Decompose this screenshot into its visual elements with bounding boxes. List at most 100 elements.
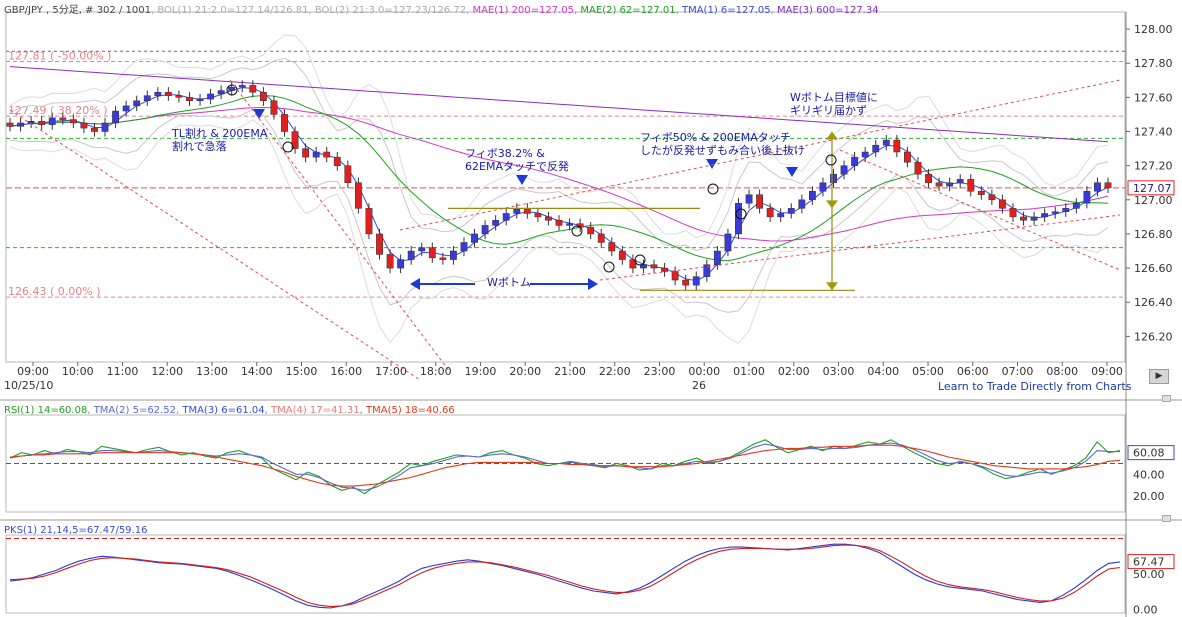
candle (946, 182, 954, 187)
candle (418, 247, 426, 252)
symbol-label: GBP/JPY , 5分足, # 302 / 1001 (4, 5, 151, 16)
candle (122, 105, 130, 112)
candle (988, 194, 996, 201)
candle (513, 208, 521, 214)
fib-level-label: 127.49 ( 38.20% ) (8, 104, 108, 117)
tma4-label: TMA(4) 17=41.31 (271, 405, 360, 416)
candle (713, 250, 721, 265)
y-tick-label: 127.20 (1134, 160, 1173, 173)
candle (956, 179, 964, 183)
y-tick-label: 127.60 (1134, 91, 1173, 104)
pane-frame-2 (5, 414, 1126, 513)
candle (1104, 182, 1112, 189)
candle (38, 121, 46, 125)
y-tick-label: 126.40 (1134, 296, 1173, 309)
pks-tick-label: 50.00 (1133, 568, 1165, 581)
candle (228, 86, 236, 91)
candle (48, 117, 56, 125)
candle (1062, 208, 1070, 213)
candle (164, 91, 172, 96)
candle (534, 213, 542, 218)
x-tick-label: 16:00 (330, 365, 362, 378)
candle (69, 119, 77, 124)
tma2-label: TMA(2) 5=62.52 (93, 405, 176, 416)
candle (1009, 208, 1017, 218)
candle (101, 122, 109, 132)
candle (903, 151, 911, 163)
day-label: 26 (692, 379, 706, 392)
candle (333, 156, 341, 166)
x-tick-label: 09:00 (1091, 365, 1123, 378)
candle (745, 194, 753, 204)
candle (671, 271, 679, 281)
candle (777, 213, 785, 218)
candle (270, 100, 278, 115)
candle (354, 182, 362, 209)
candle (6, 122, 14, 127)
chart-header-main: GBP/JPY , 5分足, # 302 / 1001, BOL(1) 21:2… (4, 5, 879, 16)
x-tick-label: 06:00 (957, 365, 989, 378)
candle (323, 151, 331, 158)
y-tick-label: 127.40 (1134, 126, 1173, 139)
boll2-label: BOL(2) 21:3.0=127.23/126.72 (314, 5, 467, 16)
candle (872, 144, 880, 153)
tma5-label: TMA(5) 18=40.66 (366, 405, 455, 416)
pane-frame-1 (5, 11, 1126, 363)
candle (439, 257, 447, 260)
candle (830, 173, 837, 183)
candle (861, 151, 869, 158)
chart-canvas: 128.00 127.80 127.60 127.40 127.20 127.00 126.… (0, 11, 1182, 617)
candle (1020, 216, 1027, 221)
candle (27, 121, 35, 124)
x-tick-label: 19:00 (465, 365, 497, 378)
candle (386, 254, 394, 269)
candle (428, 247, 436, 259)
candle (91, 127, 98, 132)
candle (407, 250, 415, 260)
candle (787, 208, 795, 214)
candle (281, 114, 288, 132)
annotation-tl-break: TL割れ & 200EMA 割れで急落 (172, 127, 268, 153)
candle (249, 85, 257, 93)
candle (460, 242, 468, 252)
candle (112, 110, 119, 124)
candle (1030, 216, 1038, 221)
candle (217, 90, 225, 95)
candle (756, 194, 764, 209)
candle (133, 100, 141, 107)
y-tick-label: 126.80 (1134, 228, 1173, 241)
candle (977, 191, 985, 195)
x-tick-label: 14:00 (241, 365, 273, 378)
x-tick-label: 21:00 (554, 365, 586, 378)
pks-label: PKS(1) 21,14,5=67.47/59.16 (4, 525, 148, 536)
candle (376, 233, 383, 255)
candle (186, 97, 193, 102)
x-tick-label: 23:00 (644, 365, 676, 378)
candle (587, 226, 595, 235)
candle (608, 242, 616, 252)
learn-link[interactable]: Learn to Trade Directly from Charts (938, 380, 1131, 393)
candle (925, 173, 932, 183)
tma3-label: TMA(3) 6=61.04 (182, 405, 265, 416)
pane-resize-handle-2[interactable] (1162, 515, 1171, 522)
pks-header: PKS(1) 21,14,5=67.47/59.16 (4, 525, 147, 536)
candle (724, 233, 732, 252)
candle (143, 95, 151, 102)
x-tick-label: 03:00 (823, 365, 855, 378)
tma1-label: TMA(1) 6=127.05 (681, 5, 771, 16)
candle (893, 139, 901, 153)
candle (471, 233, 478, 243)
y-tick-label: 126.60 (1134, 262, 1173, 275)
candle (450, 250, 457, 260)
rsi-tick-label: 60.08 (1133, 447, 1165, 460)
candle (1072, 202, 1080, 209)
pks-tick-label: 67.47 (1133, 556, 1165, 569)
pane-resize-handle-1[interactable] (1162, 395, 1171, 402)
x-tick-label: 04:00 (867, 365, 899, 378)
candle (840, 165, 848, 175)
y-tick-label: 126.20 (1134, 330, 1173, 343)
scroll-right-button[interactable]: ▶ (1149, 369, 1169, 384)
date-label: 10/25/10 (4, 379, 54, 392)
candle (80, 122, 88, 129)
candle (808, 191, 816, 201)
